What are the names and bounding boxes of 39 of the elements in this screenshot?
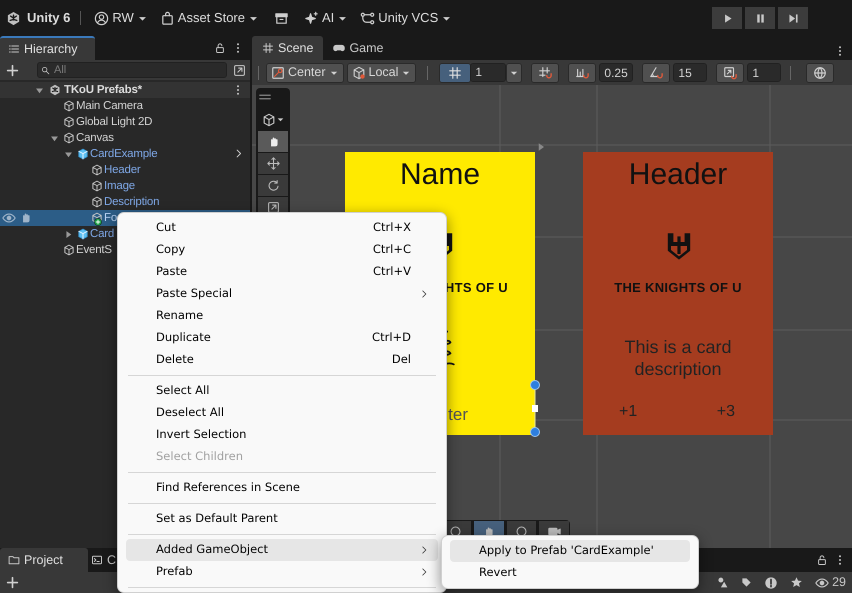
shortcut-label: Del: [392, 351, 411, 368]
product-label: Unity 6: [27, 9, 70, 28]
menu-item-label: Deselect All: [156, 404, 224, 422]
menu-item-label: Rename: [156, 307, 204, 324]
menu-item-label: Select All: [156, 382, 210, 400]
item-label: Description: [104, 195, 160, 210]
item-label: CardExample: [90, 147, 158, 162]
menu-item-label: Paste Special: [156, 285, 232, 302]
menu-item-label: Delete: [156, 351, 194, 368]
shortcut-label: Ctrl+V: [373, 263, 411, 280]
menu-item-label: Paste: [156, 263, 188, 280]
item-label: Fo: [104, 211, 118, 226]
card-footer-text: ter: [448, 405, 468, 424]
menu-item-label: Cut: [156, 219, 176, 236]
item-label: Main Camera: [76, 99, 143, 114]
menu-item-label: Set as Default Parent: [156, 510, 278, 528]
item-label: Card: [90, 227, 114, 242]
menu-item-label: Select Children: [156, 448, 243, 466]
logo-text: THE KNIGHTS OF U: [614, 280, 742, 295]
menu-item-label: Invert Selection: [156, 426, 246, 444]
card-value: +1: [619, 402, 638, 422]
menu-item-label: Duplicate: [156, 329, 211, 346]
menu-item-label: Find References in Scene: [156, 479, 300, 496]
card-title: Name: [398, 160, 482, 190]
item-label: Header: [104, 163, 141, 178]
menu-item-label: Prefab: [156, 563, 193, 580]
card-value: +3: [716, 402, 735, 422]
item-label: EventS: [76, 243, 112, 258]
item-label: Image: [104, 179, 135, 194]
menu-item-label: Added GameObject: [156, 541, 268, 558]
item-label: Canvas: [76, 131, 114, 146]
item-label: Global Light 2D: [76, 115, 152, 130]
shortcut-label: Ctrl+C: [372, 241, 411, 258]
card-title: Header: [628, 160, 728, 190]
scene-label: TKoU Prefabs*: [64, 83, 142, 98]
card-description: This is a card description: [623, 336, 733, 380]
menu-item-label: Copy: [156, 241, 186, 258]
shortcut-label: Ctrl+D: [372, 329, 411, 346]
shortcut-label: Ctrl+X: [373, 219, 411, 236]
